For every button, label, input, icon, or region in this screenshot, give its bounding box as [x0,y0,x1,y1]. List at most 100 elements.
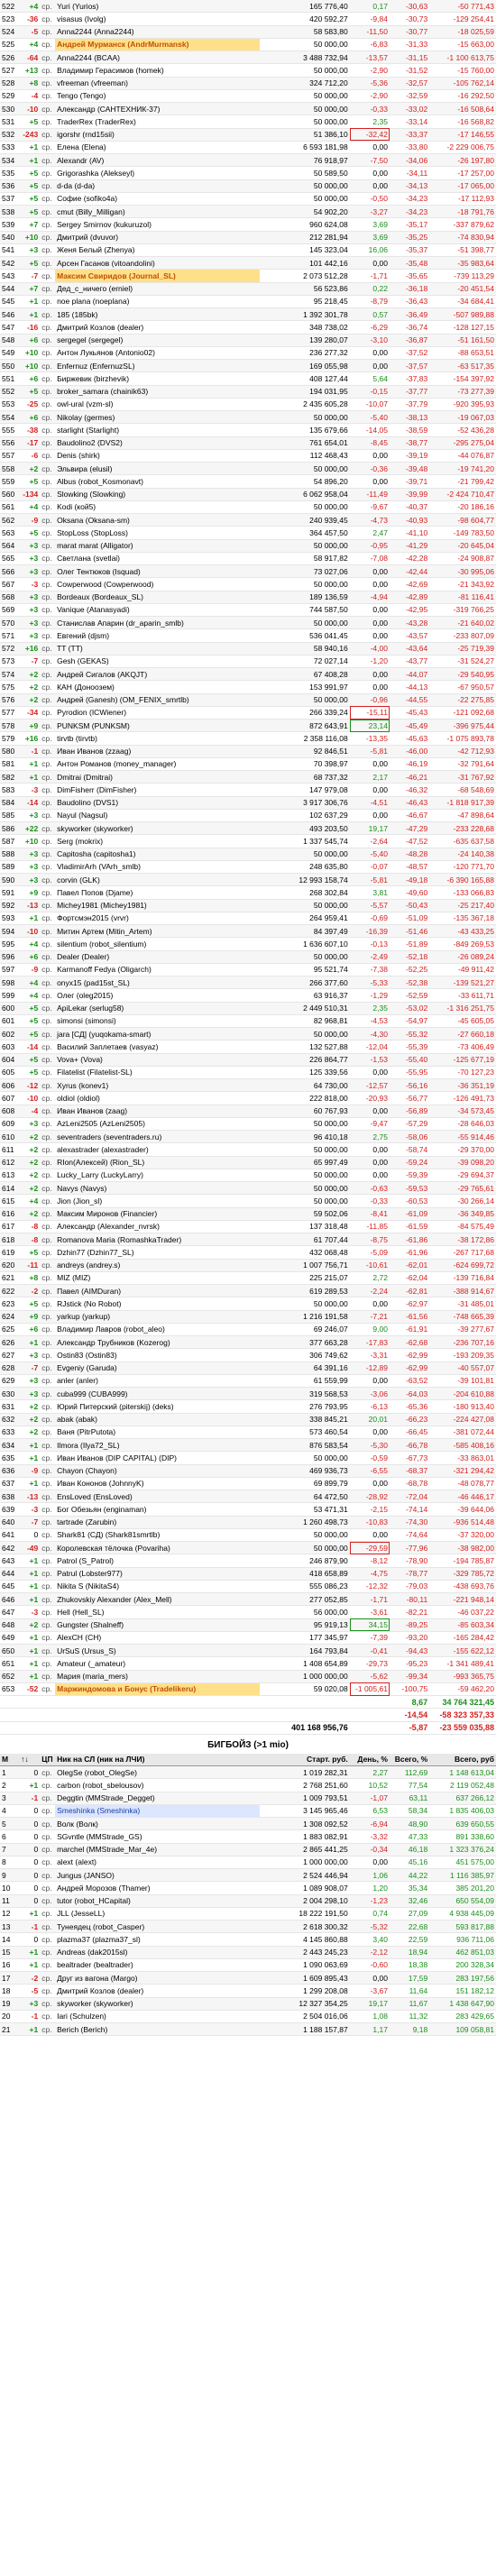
trader-name-cell[interactable]: Hell (Hell_SL) [55,1605,260,1619]
trader-name-cell[interactable]: Andreas (dak2015sl) [55,1946,260,1959]
trader-name-cell[interactable]: silentium (robot_silentium) [55,937,260,951]
trader-name-cell[interactable]: tartrade (Zarubin) [55,1516,260,1529]
trader-name-cell[interactable]: Друг из вагона (Margo) [55,1971,260,1985]
trader-name-cell[interactable]: Nikolay (germes) [55,410,260,425]
trader-name-cell[interactable]: AzLeni2505 (AzLeni2505) [55,1117,260,1132]
trader-name-cell[interactable]: Smeshinka (Smeshinka) [55,1804,260,1819]
trader-name-cell[interactable]: oldiol (oldiol) [55,1091,260,1105]
trader-name-cell[interactable]: Ваня (PitrPutota) [55,1426,260,1440]
trader-name-cell[interactable]: seventraders (seventraders.ru) [55,1130,260,1144]
trader-name-cell[interactable]: Baudolino2 (DVS2) [55,436,260,450]
trader-name-cell[interactable]: anler (anler) [55,1374,260,1389]
trader-name-cell[interactable]: Vova+ (Vova) [55,1053,260,1067]
trader-name-cell[interactable]: carbon (robot_sbelousov) [55,1778,260,1792]
trader-name-cell[interactable]: Тунеядец (robot_Casper) [55,1920,260,1934]
trader-name-cell[interactable]: sergegel (sergegel) [55,334,260,347]
trader-name-cell[interactable]: Олег Тентюков (Isquad) [55,564,260,579]
trader-name-cell[interactable]: Антон Романов (money_manager) [55,757,260,772]
trader-name-cell[interactable]: Sergey Smirnov (kukuruzol) [55,217,260,232]
trader-name-cell[interactable]: Enfernuz (EnfernuzSL) [55,359,260,373]
trader-name-cell[interactable]: Александр Трубников (Kozerog) [55,1335,260,1350]
trader-name-cell[interactable]: plazma37 (plazma37_sl) [55,1932,260,1947]
trader-name-cell[interactable]: EnsLoved (EnsLoved) [55,1490,260,1504]
trader-name-cell[interactable]: Дед_с_ничего (erniel) [55,282,260,296]
trader-name-cell[interactable]: Фортсмэн2015 (vrvr) [55,912,260,926]
trader-name-cell[interactable]: Capitosha (capitosha1) [55,848,260,861]
trader-name-cell[interactable]: Бог Обезьян (enginaman) [55,1502,260,1517]
trader-name-cell[interactable]: Anna2244 (Anna2244) [55,25,260,39]
trader-name-cell[interactable]: Gesh (GEKAS) [55,655,260,669]
trader-name-cell[interactable]: Софие (sofiko4a) [55,192,260,206]
trader-name-cell[interactable]: Navys (Navys) [55,1181,260,1196]
trader-name-cell[interactable]: jara [СД] (yuqokama-smart) [55,1027,260,1041]
trader-name-cell[interactable]: Королевская тёлочка (Povariha) [55,1541,260,1555]
trader-name-cell[interactable]: AlexCH (CH) [55,1631,260,1646]
trader-name-cell[interactable]: marchel (MMStrade_Mar_4e) [55,1843,260,1856]
trader-name-cell[interactable]: Denis (shirk) [55,449,260,463]
trader-name-cell[interactable]: Gungster (Shalneff) [55,1618,260,1632]
trader-name-cell[interactable]: Эльвира (elusil) [55,462,260,476]
trader-name-cell[interactable]: Александр (Alexander_nvrsk) [55,1220,260,1234]
trader-name-cell[interactable]: alexastrader (alexastrader) [55,1142,260,1157]
trader-name-cell[interactable]: Иван Иванов (DIP CAPITAL) (DIP) [55,1451,260,1465]
trader-name-cell[interactable]: TT (TT) [55,642,260,655]
trader-name-cell[interactable]: Baudolino (DVS1) [55,796,260,810]
trader-name-cell[interactable]: skyworker (skyworker) [55,1997,260,2011]
trader-name-cell[interactable]: Елена (Elena) [55,141,260,155]
trader-name-cell[interactable]: Deggtin (MMStrade_Degget) [55,1792,260,1805]
trader-name-cell[interactable]: Tengo (Tengo) [55,89,260,104]
trader-name-cell[interactable]: Shark81 (СД) (Shark81smrtlb) [55,1528,260,1543]
trader-name-cell[interactable]: Мария (maria_mers) [55,1670,260,1683]
trader-name-cell[interactable]: Андрей Мурманск (AndrMurmansk) [55,38,260,52]
trader-name-cell[interactable]: broker_samara (chainik63) [55,385,260,399]
trader-name-cell[interactable]: ApiLekar (serlug58) [55,1002,260,1015]
trader-name-cell[interactable]: Patrol (S_Patrol) [55,1554,260,1568]
trader-name-cell[interactable]: Иван Иванов (zaag) [55,1105,260,1118]
trader-name-cell[interactable]: Alexandr (AV) [55,153,260,168]
trader-name-cell[interactable]: Michey1981 (Michey1981) [55,899,260,912]
trader-name-cell[interactable]: Slowking (Slowking) [55,488,260,501]
trader-name-cell[interactable]: Dzhin77 (Dzhin77_SL) [55,1245,260,1260]
trader-name-cell[interactable]: DimFisherr (DimFisher) [55,783,260,797]
trader-name-cell[interactable]: owl-ural (vzm-sl) [55,398,260,412]
trader-name-cell[interactable]: Patrul (Lobster977) [55,1567,260,1581]
trader-name-cell[interactable]: d-da (d-da) [55,179,260,193]
trader-name-cell[interactable]: igorshr (rnd15sii) [55,128,260,142]
trader-name-cell[interactable]: marat marat (Alligator) [55,539,260,553]
trader-name-cell[interactable]: 185 (185bk) [55,307,260,322]
trader-name-cell[interactable]: bealtrader (bealtrader) [55,1958,260,1973]
trader-name-cell[interactable]: Berich (Berich) [55,2022,260,2037]
trader-name-cell[interactable]: Dmitrai (Dmitrai) [55,770,260,784]
trader-name-cell[interactable]: Grigorashka (Alekseyl) [55,166,260,180]
trader-name-cell[interactable]: Karmanoff Fedya (Oligarch) [55,963,260,977]
trader-name-cell[interactable]: Александр (САНТЕХНИК-37) [55,102,260,116]
trader-name-cell[interactable]: Андрей Морозов (Thamer) [55,1881,260,1895]
trader-name-cell[interactable]: Павел Попов (Djame) [55,885,260,900]
trader-name-cell[interactable]: Митин Артем (Mitin_Artem) [55,924,260,939]
trader-name-cell[interactable]: Ostin83 (Ostin83) [55,1348,260,1362]
trader-name-cell[interactable]: Pyrodion (ICWiener) [55,706,260,720]
trader-name-cell[interactable]: skyworker (skyworker) [55,821,260,836]
trader-name-cell[interactable]: Chayon (Chayon) [55,1464,260,1478]
trader-name-cell[interactable]: Bordeaux (Bordeaux_SL) [55,591,260,604]
trader-name-cell[interactable]: Арсен Гасанов (vitoandolini) [55,256,260,270]
trader-name-cell[interactable]: Dealer (Dealer) [55,950,260,964]
trader-name-cell[interactable]: Cowperwood (Cowperwood) [55,577,260,591]
trader-name-cell[interactable]: TraderRex (TraderRex) [55,115,260,129]
trader-name-cell[interactable]: Маржиндомова и Бонус (Tradelikeru) [55,1682,260,1697]
trader-name-cell[interactable]: Дмитрий Козлов (dealer) [55,1984,260,1998]
trader-name-cell[interactable]: Иван Иванов (zzaag) [55,745,260,758]
trader-name-cell[interactable]: Биржевик (birzhevik) [55,371,260,386]
trader-name-cell[interactable]: StopLoss (StopLoss) [55,526,260,540]
trader-name-cell[interactable]: noe plana (noeplana) [55,295,260,309]
trader-name-cell[interactable]: Евгений (djsm) [55,628,260,643]
trader-name-cell[interactable]: Станислав Апарин (dr_aparin_smlb) [55,616,260,630]
trader-name-cell[interactable]: Albus (robot_Kosmonavt) [55,474,260,489]
trader-name-cell[interactable]: Павел (AIMDuran) [55,1284,260,1298]
trader-name-cell[interactable]: Дмитрий Козлов (dealer) [55,320,260,335]
trader-name-cell[interactable]: Светлана (svetlai) [55,552,260,566]
trader-name-cell[interactable]: tutor (robot_HCapital) [55,1894,260,1908]
trader-name-cell[interactable]: Iari (Schulzen) [55,2010,260,2024]
trader-name-cell[interactable]: Дмитрий (dvuvor) [55,231,260,244]
trader-name-cell[interactable]: cuba999 (CUBA999) [55,1387,260,1401]
